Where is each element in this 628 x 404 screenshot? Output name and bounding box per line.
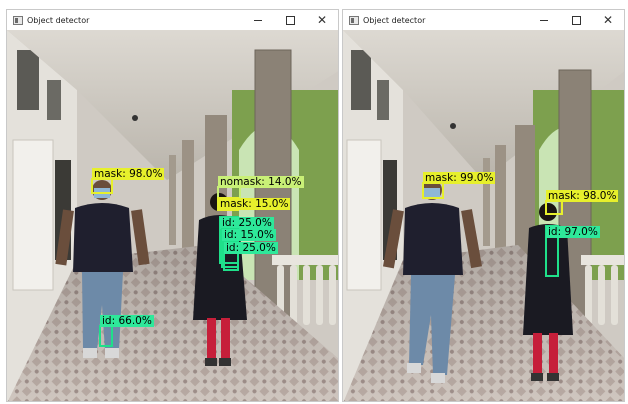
window-title: Object detector [363, 15, 426, 25]
corridor-scene [343, 30, 624, 401]
detection-label: id: 15.0% [222, 229, 276, 241]
detection-label: id: 66.0% [100, 315, 154, 327]
title-bar[interactable]: Object detector ✕ [343, 10, 624, 30]
detection-box-id: id: 25.0% [223, 241, 278, 271]
detection-label: mask: 98.0% [546, 190, 619, 202]
detection-label: mask: 15.0% [218, 198, 291, 210]
close-button[interactable]: ✕ [306, 10, 338, 30]
minimize-button[interactable] [242, 10, 274, 30]
minimize-button[interactable] [528, 10, 560, 30]
detection-box-id: id: 97.0% [545, 225, 600, 277]
detection-label: id: 25.0% [224, 242, 278, 254]
maximize-button[interactable] [560, 10, 592, 30]
detection-label: id: 97.0% [546, 226, 600, 238]
object-detector-window-left: Object detector ✕ mask: 98.0% nomask: 14… [6, 9, 339, 402]
detection-label: mask: 99.0% [423, 172, 496, 184]
detection-box-mask: mask: 15.0% [217, 197, 291, 211]
maximize-button[interactable] [274, 10, 306, 30]
app-window-icon [13, 15, 23, 25]
detection-box-id: id: 66.0% [99, 315, 154, 347]
window-title: Object detector [27, 15, 90, 25]
title-bar[interactable]: Object detector ✕ [7, 10, 338, 30]
close-button[interactable]: ✕ [592, 10, 624, 30]
detection-box-mask: mask: 99.0% [422, 172, 496, 199]
object-detector-window-right: Object detector ✕ mask: 99.0% mask: 98.0… [342, 9, 625, 402]
app-window-icon [349, 15, 359, 25]
video-frame: mask: 99.0% mask: 98.0% id: 97.0% [343, 30, 624, 401]
detection-box-mask: mask: 98.0% [545, 190, 619, 215]
detection-label: mask: 98.0% [92, 168, 165, 180]
corridor-scene [7, 30, 338, 401]
detection-box-mask: mask: 98.0% [91, 168, 165, 194]
detection-label: nomask: 14.0% [218, 176, 304, 188]
video-frame: mask: 98.0% nomask: 14.0% mask: 15.0% id… [7, 30, 338, 401]
